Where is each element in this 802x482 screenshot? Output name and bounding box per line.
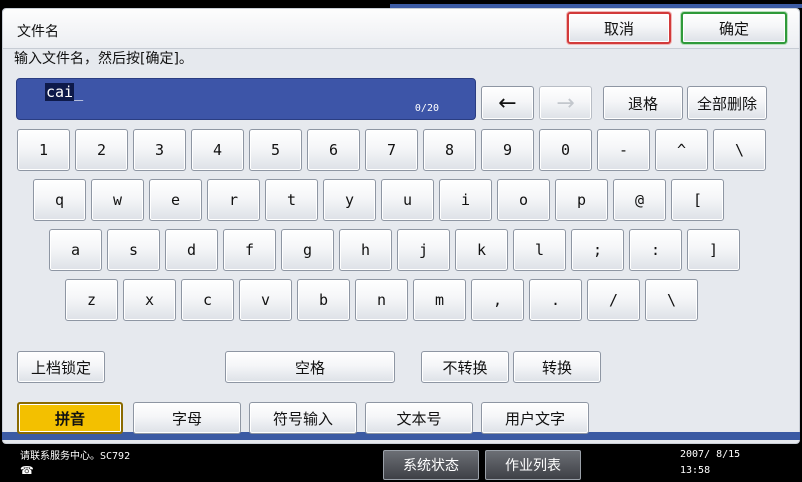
key-e[interactable]: e [149,179,202,221]
date-text: 2007/ 8/15 [680,449,741,460]
key-caret[interactable]: ^ [655,129,708,171]
filename-dialog: 文件名 [2,8,800,444]
key-minus[interactable]: - [597,129,650,171]
screen: 文件名 取消 确定 输入文件名，然后按[确定]。 cai_ 0/20 ← → 退… [0,0,802,482]
key-backslash-1[interactable]: \ [713,129,766,171]
key-t[interactable]: t [265,179,318,221]
key-r[interactable]: r [207,179,260,221]
key-2[interactable]: 2 [75,129,128,171]
cursor-right-button[interactable]: → [539,86,592,120]
key-n[interactable]: n [355,279,408,321]
key-0[interactable]: 0 [539,129,592,171]
key-colon[interactable]: : [629,229,682,271]
key-4[interactable]: 4 [191,129,244,171]
tab-user-text[interactable]: 用户文字 [481,402,589,434]
instruction-text: 输入文件名，然后按[确定]。 [14,51,193,67]
key-z[interactable]: z [65,279,118,321]
key-l[interactable]: l [513,229,566,271]
key-x[interactable]: x [123,279,176,321]
key-period[interactable]: . [529,279,582,321]
key-u[interactable]: u [381,179,434,221]
key-c[interactable]: c [181,279,234,321]
space-button[interactable]: 空格 [225,351,395,383]
tab-letters[interactable]: 字母 [133,402,241,434]
tab-pinyin[interactable]: 拼音 [17,402,123,434]
tab-text-number[interactable]: 文本号 [365,402,473,434]
cursor-left-button[interactable]: ← [481,86,534,120]
key-f[interactable]: f [223,229,276,271]
status-bar: 请联系服务中心。SC792 ☎ 系统状态 作业列表 2007/ 8/15 13:… [0,444,802,482]
cancel-button[interactable]: 取消 [567,12,671,44]
key-v[interactable]: v [239,279,292,321]
datetime: 2007/ 8/15 13:58 [680,447,740,479]
key-p[interactable]: p [555,179,608,221]
key-1[interactable]: 1 [17,129,70,171]
title-bar: 文件名 [3,9,799,49]
job-list-button[interactable]: 作业列表 [485,450,581,480]
no-convert-button[interactable]: 不转换 [421,351,509,383]
key-y[interactable]: y [323,179,376,221]
key-semicolon[interactable]: ; [571,229,624,271]
ok-button[interactable]: 确定 [681,12,787,44]
delete-all-button[interactable]: 全部删除 [687,86,767,120]
key-slash[interactable]: / [587,279,640,321]
key-m[interactable]: m [413,279,466,321]
key-close-bracket[interactable]: ] [687,229,740,271]
key-s[interactable]: s [107,229,160,271]
shift-lock-button[interactable]: 上档锁定 [17,351,105,383]
status-message: 请联系服务中心。SC792 [20,451,131,462]
key-5[interactable]: 5 [249,129,302,171]
time-text: 13:58 [680,465,711,476]
key-a[interactable]: a [49,229,102,271]
key-h[interactable]: h [339,229,392,271]
phone-icon: ☎ [20,464,34,477]
input-value: cai_ [45,83,83,101]
key-open-bracket[interactable]: [ [671,179,724,221]
char-counter: 0/20 [414,103,439,114]
key-k[interactable]: k [455,229,508,271]
key-b[interactable]: b [297,279,350,321]
input-selected-text: cai [45,83,75,101]
tab-symbols[interactable]: 符号输入 [249,402,357,434]
right-arrow-icon: → [556,90,575,116]
key-i[interactable]: i [439,179,492,221]
key-w[interactable]: w [91,179,144,221]
key-o[interactable]: o [497,179,550,221]
key-7[interactable]: 7 [365,129,418,171]
convert-button[interactable]: 转换 [513,351,601,383]
backspace-button[interactable]: 退格 [603,86,683,120]
system-status-button[interactable]: 系统状态 [383,450,479,480]
key-9[interactable]: 9 [481,129,534,171]
dialog-title: 文件名 [17,24,59,40]
key-6[interactable]: 6 [307,129,360,171]
key-d[interactable]: d [165,229,218,271]
input-cursor: _ [74,83,84,101]
key-g[interactable]: g [281,229,334,271]
key-j[interactable]: j [397,229,450,271]
key-at[interactable]: @ [613,179,666,221]
key-backslash-2[interactable]: \ [645,279,698,321]
key-q[interactable]: q [33,179,86,221]
key-3[interactable]: 3 [133,129,186,171]
key-8[interactable]: 8 [423,129,476,171]
key-comma[interactable]: , [471,279,524,321]
filename-input[interactable]: cai_ 0/20 [16,78,476,120]
left-arrow-icon: ← [498,90,517,116]
